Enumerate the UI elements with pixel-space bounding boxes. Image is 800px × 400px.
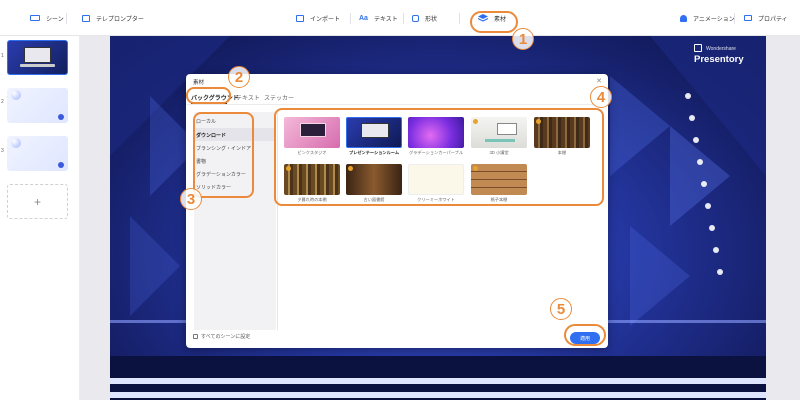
floor-stripe <box>110 378 766 384</box>
add-scene-button[interactable]: + <box>7 184 68 219</box>
annotation-ring-background-cards <box>274 108 604 206</box>
dialog-title: 素材 <box>193 80 205 86</box>
annotation-number: 4 <box>590 86 612 108</box>
import-label: インポート <box>310 16 341 23</box>
laptop-image <box>24 47 51 63</box>
annotation-ring-categories <box>193 112 254 198</box>
scene-thumbnail-1[interactable] <box>7 40 68 75</box>
scene-thumbnail-2[interactable] <box>7 88 68 123</box>
tab-text[interactable]: テキスト <box>236 93 260 102</box>
apply-all-checkbox[interactable] <box>193 334 198 339</box>
logo-small-text: Wondershare <box>706 46 736 52</box>
scene-number: 1 <box>1 53 4 59</box>
scene-icon <box>30 15 40 21</box>
apply-all-label: すべてのシーンに設定 <box>201 334 251 340</box>
animation-label: アニメーション <box>693 16 735 23</box>
decoration-circle <box>11 138 21 148</box>
scene-label: シーン <box>46 16 64 23</box>
floor-stripe <box>110 392 766 398</box>
text-button[interactable]: Aa テキスト <box>359 0 398 36</box>
import-button[interactable]: インポート <box>296 0 340 36</box>
scene-number: 3 <box>1 148 4 154</box>
animation-button[interactable]: アニメーション <box>680 0 735 36</box>
text-icon: Aa <box>359 14 368 22</box>
teleprompter-icon <box>82 14 90 22</box>
property-button[interactable]: プロパティ <box>744 0 788 36</box>
scene-button[interactable]: シーン <box>30 0 64 36</box>
annotation-number: 2 <box>228 66 250 88</box>
logo-mark-icon <box>694 44 702 52</box>
property-icon <box>744 15 752 21</box>
stage-floor <box>110 356 766 400</box>
scene-number: 2 <box>1 99 4 105</box>
close-icon[interactable]: ✕ <box>596 77 602 85</box>
shape-label: 形状 <box>425 16 438 23</box>
teleprompter-button[interactable]: テレプロンプター <box>82 0 144 36</box>
presentory-logo: Wondershare Presentory <box>694 44 764 66</box>
scene-thumbnail-3[interactable] <box>7 136 68 171</box>
annotation-number: 1 <box>512 28 534 50</box>
animation-icon <box>680 14 687 22</box>
tab-sticker[interactable]: ステッカー <box>264 93 294 102</box>
annotation-ring-material <box>470 11 518 33</box>
scene-panel: 1 2 3 + <box>0 36 80 400</box>
apply-all-scenes-option[interactable]: すべてのシーンに設定 <box>193 333 250 340</box>
text-label: テキスト <box>373 16 398 23</box>
annotation-ring-background-tab <box>186 87 231 104</box>
annotation-number: 5 <box>550 298 572 320</box>
decoration-circle <box>11 90 21 100</box>
annotation-ring-apply-button <box>564 324 606 346</box>
shape-icon <box>412 14 419 22</box>
logo-big-text: Presentory <box>694 54 744 65</box>
top-toolbar: シーン テレプロンプター インポート Aa テキスト 形状 素材 アニメーション… <box>0 0 800 36</box>
tab-divider <box>186 104 608 105</box>
shape-button[interactable]: 形状 <box>412 0 437 36</box>
property-label: プロパティ <box>758 16 788 23</box>
teleprompter-label: テレプロンプター <box>96 16 144 23</box>
annotation-number: 3 <box>180 188 202 210</box>
plus-icon: + <box>33 194 41 209</box>
import-icon <box>296 14 304 22</box>
